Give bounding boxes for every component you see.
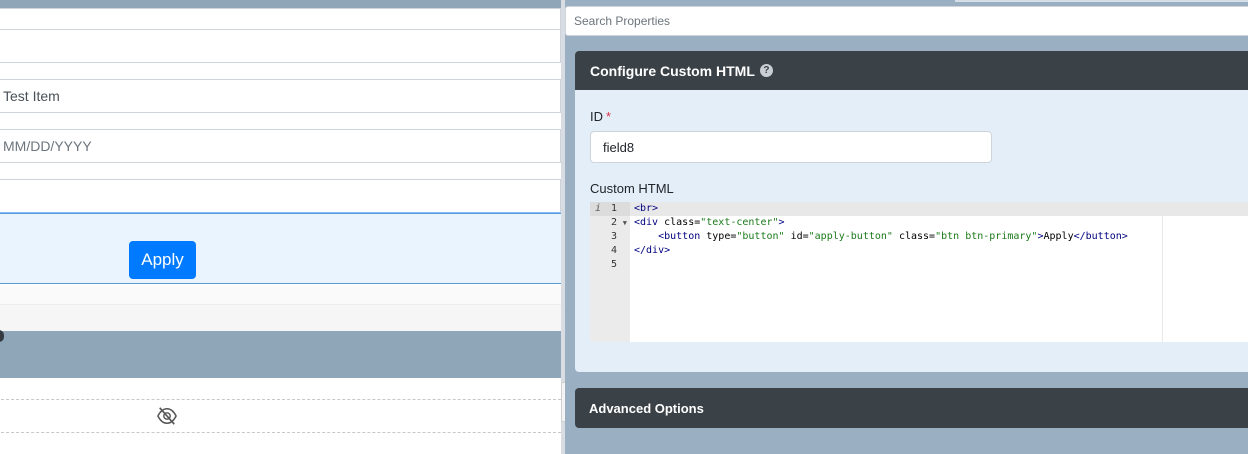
print-margin [1162,202,1163,342]
form-canvas: Test Item MM/DD/YYYY Apply [0,0,561,454]
active-line-highlight [630,202,1248,216]
card-title: Configure Custom HTML [590,62,755,79]
code-line-2: <div class="text-center"> [634,217,785,228]
configure-custom-html-card: Configure Custom HTML ? ID* Custom HTML … [575,51,1248,372]
search-properties-input[interactable] [565,6,1248,36]
custom-html-label: Custom HTML [590,181,674,196]
custom-html-block-selected[interactable] [0,213,561,284]
gutter-line-5: 5 [610,259,617,270]
date-placeholder: MM/DD/YYYY [3,138,92,154]
code-line-3: <button type="button" id="apply-button" … [658,231,1128,242]
question-circle-icon[interactable]: ? [759,64,773,77]
info-icon[interactable]: i [595,202,601,216]
form-field-date[interactable]: MM/DD/YYYY [0,129,561,163]
gutter-line-2: 2 ▼ [610,216,627,230]
canvas-top-bar [0,0,561,8]
panel-tab-strip [955,0,1248,2]
form-field-row-1[interactable] [0,8,561,30]
gutter-line-1: i 1 [595,202,617,216]
spacer-row-2 [0,304,561,331]
properties-panel: Configure Custom HTML ? ID* Custom HTML … [565,0,1248,454]
test-item-text: Test Item [3,88,60,104]
fold-arrow-icon[interactable]: ▼ [623,216,627,230]
form-field-row-2[interactable] [0,29,561,63]
advanced-options-header[interactable]: Advanced Options [575,388,1248,428]
required-marker: * [606,109,612,124]
section-header-bar[interactable] [0,331,561,378]
gutter-line-3: 3 [610,231,617,242]
code-line-1: <br> [634,203,659,214]
hidden-field-row[interactable] [0,399,561,433]
apply-button[interactable]: Apply [129,241,196,279]
spacer-row [0,285,561,304]
form-field-empty[interactable] [0,179,561,213]
id-field[interactable] [590,131,992,163]
gutter-line-4: 4 [610,245,617,256]
code-line-4: </div> [634,245,671,256]
code-editor[interactable]: i 1 2 ▼ 3 4 5 <br> <div class="text-cent… [590,202,1248,342]
id-label: ID * [590,109,612,124]
form-field-test-item[interactable]: Test Item [0,79,561,113]
eye-slash-icon [157,407,177,425]
card-header[interactable]: Configure Custom HTML ? [575,51,1248,90]
